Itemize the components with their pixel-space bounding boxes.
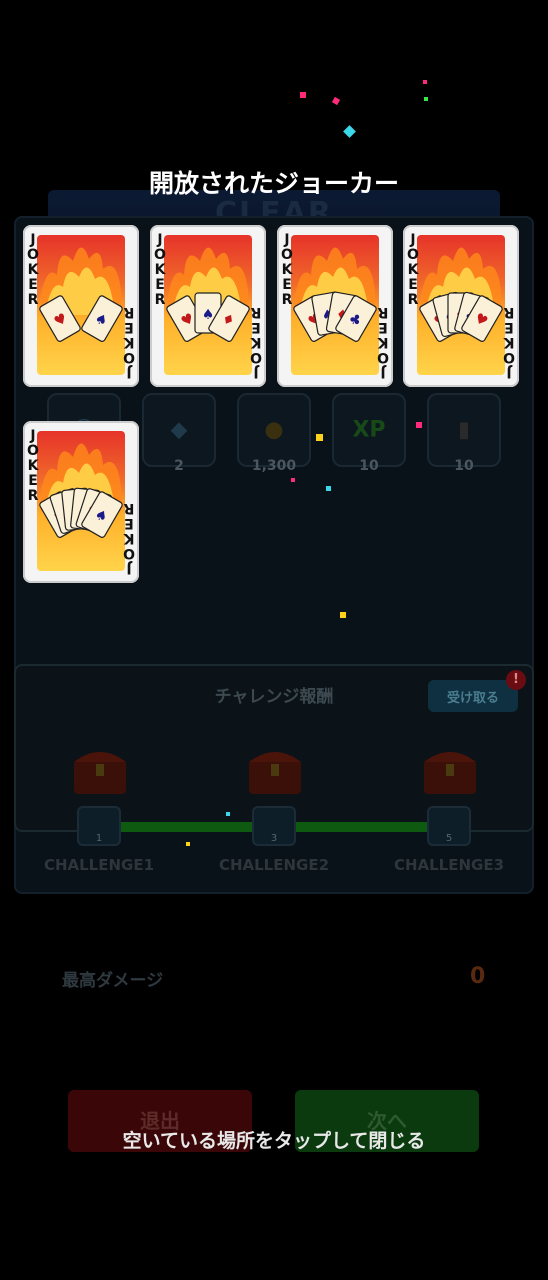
card-icon: ▮ bbox=[457, 417, 471, 443]
xp-icon: XP bbox=[352, 417, 386, 443]
confetti-piece bbox=[423, 80, 427, 84]
max-damage-label: 最高ダメージ bbox=[62, 971, 164, 991]
challenge-ticket: 5 bbox=[427, 806, 471, 846]
joker-card-label: JOKER bbox=[154, 232, 166, 308]
confetti-piece bbox=[340, 612, 346, 618]
joker-card-art: ♥♠♦♣♥♠ bbox=[37, 431, 125, 571]
max-damage-value: 0 bbox=[470, 964, 486, 989]
confetti-piece bbox=[326, 486, 331, 491]
overlay-title: 開放されたジョーカー bbox=[148, 169, 399, 198]
reward-value: 10 bbox=[454, 458, 474, 474]
confetti-piece bbox=[300, 92, 306, 98]
joker-card: ♥ ♠ J O K E R J O K E R bbox=[23, 225, 139, 387]
reward-value: 1,300 bbox=[251, 458, 297, 474]
joker-card-label: JOKER bbox=[281, 232, 293, 308]
flame-hand-icon: ♥♠♦♣♥ bbox=[419, 247, 503, 342]
alert-badge: ! bbox=[506, 670, 526, 690]
joker-card-art: ♥ ♠ ♦ ♣ bbox=[291, 235, 379, 375]
flame-hand-icon: ♥ ♠ ♦ bbox=[166, 247, 250, 342]
joker-card-label: JOKER bbox=[27, 428, 39, 504]
joker-card-label-rotated: JOKER bbox=[250, 304, 262, 380]
joker-card: ♥ ♠ ♦ J O K E R J O K E R bbox=[150, 225, 266, 387]
close-hint: 空いている場所をタップして閉じる bbox=[122, 1130, 426, 1152]
joker-card-label-rotated: JOKER bbox=[377, 304, 389, 380]
challenge-label: CHALLENGE1 bbox=[43, 856, 155, 874]
joker-card-label: JOKER bbox=[27, 232, 39, 308]
joker-card-label-rotated: JOKER bbox=[503, 304, 515, 380]
confetti-piece bbox=[316, 434, 323, 441]
joker-card-label-rotated: JOKER bbox=[123, 304, 135, 380]
flame-hand-icon: ♥ ♠ bbox=[39, 247, 123, 342]
joker-card: ♥♠♦♣♥♠JOKER JOKER bbox=[23, 421, 139, 583]
confetti-piece bbox=[416, 422, 422, 428]
joker-card: ♥♠♦♣♥JOKER JOKER bbox=[403, 225, 519, 387]
confetti-piece bbox=[291, 478, 295, 482]
challenge-ticket: 1 bbox=[77, 806, 121, 846]
receive-button[interactable]: 受け取る bbox=[428, 680, 518, 712]
reward-slot-coin: ● bbox=[237, 393, 311, 467]
chest-icon bbox=[74, 752, 126, 794]
challenge-label: CHALLENGE2 bbox=[218, 856, 330, 874]
joker-card-art: ♥ ♠ ♦ bbox=[164, 235, 252, 375]
reward-slot-xp: XP bbox=[332, 393, 406, 467]
joker-card: ♥ ♠ ♦ ♣ J O K E R J O K E R bbox=[277, 225, 393, 387]
reward-slot-ticket: ◆ bbox=[142, 393, 216, 467]
chest-icon bbox=[249, 752, 301, 794]
flame-hand-icon: ♥♠♦♣♥♠ bbox=[39, 443, 123, 538]
challenge-ticket: 3 bbox=[252, 806, 296, 846]
flame-hand-icon: ♥♠♦♣ bbox=[293, 247, 377, 342]
chest-icon bbox=[424, 752, 476, 794]
joker-card-art: ♥♠♦♣♥ bbox=[417, 235, 505, 375]
joker-card-art: ♥ ♠ bbox=[37, 235, 125, 375]
confetti-piece bbox=[424, 97, 428, 101]
reward-value: 2 bbox=[174, 458, 184, 474]
joker-card-label-rotated: JOKER bbox=[123, 500, 135, 576]
ticket-icon: ◆ bbox=[170, 417, 188, 443]
reward-value: 10 bbox=[359, 458, 379, 474]
confetti-piece bbox=[186, 842, 190, 846]
confetti-piece bbox=[226, 812, 230, 816]
challenge-label: CHALLENGE3 bbox=[393, 856, 505, 874]
coin-icon: ● bbox=[264, 417, 284, 443]
joker-card-label: JOKER bbox=[407, 232, 419, 308]
reward-slot-card: ▮ bbox=[427, 393, 501, 467]
